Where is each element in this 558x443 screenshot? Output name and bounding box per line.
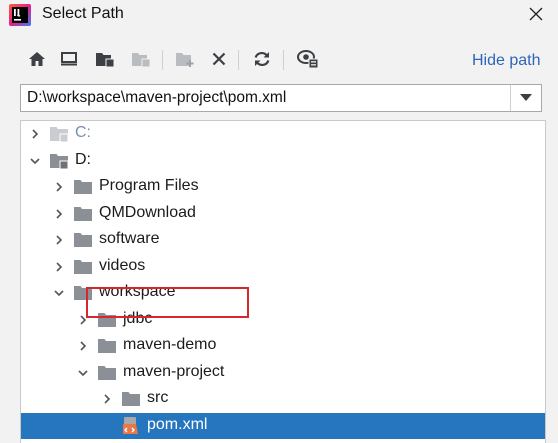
tree-row[interactable]: src	[21, 386, 545, 412]
close-icon[interactable]	[524, 2, 548, 26]
tree-row[interactable]: maven-demo	[21, 333, 545, 359]
show-hidden-icon	[297, 50, 319, 69]
tree-row[interactable]: C:	[21, 121, 545, 147]
refresh-icon	[254, 51, 270, 67]
new-folder-button[interactable]	[172, 44, 198, 74]
tree-row[interactable]: pom.xml	[21, 412, 545, 439]
desktop-button[interactable]	[56, 44, 82, 74]
chevron-down-icon[interactable]	[75, 360, 91, 386]
new-folder-icon	[176, 53, 194, 67]
window-title: Select Path	[42, 5, 124, 22]
toolbar-separator	[162, 50, 163, 70]
folder-icon	[73, 177, 93, 197]
tree-row[interactable]: videos	[21, 254, 545, 280]
project-button[interactable]	[92, 44, 118, 74]
triangle-down-icon	[520, 94, 532, 101]
title-bar: Select Path	[0, 0, 558, 30]
delete-button[interactable]	[206, 44, 232, 74]
folder-icon	[73, 204, 93, 224]
chevron-down-icon[interactable]	[27, 148, 43, 174]
tree-item-label: D:	[75, 150, 91, 168]
project-folder-icon	[96, 53, 115, 68]
tree-item-label: Program Files	[99, 177, 199, 194]
home-button[interactable]	[24, 44, 50, 74]
home-icon	[29, 52, 45, 66]
refresh-button[interactable]	[249, 44, 275, 74]
chevron-right-icon[interactable]	[99, 386, 115, 412]
tree-item-label: maven-project	[123, 362, 225, 380]
delete-icon	[212, 52, 226, 66]
folder-icon	[73, 230, 93, 250]
toolbar-separator	[283, 50, 284, 70]
tree-item-label: C:	[75, 124, 91, 141]
drive-icon	[49, 151, 69, 171]
module-button[interactable]	[128, 44, 154, 74]
tree-row[interactable]: D:	[21, 148, 545, 174]
tree-row[interactable]: software	[21, 227, 545, 253]
toolbar-separator	[238, 50, 239, 70]
desktop-icon	[61, 52, 77, 66]
tree-item-label: QMDownload	[99, 203, 196, 221]
chevron-right-icon[interactable]	[51, 201, 67, 227]
tree-item-label: pom.xml	[147, 415, 208, 433]
chevron-right-icon[interactable]	[27, 121, 43, 147]
folder-icon	[97, 363, 117, 383]
path-history-dropdown[interactable]	[510, 85, 541, 111]
chevron-right-icon[interactable]	[51, 174, 67, 200]
intellij-logo-icon	[9, 4, 31, 26]
tree-item-label: maven-demo	[123, 336, 217, 353]
chevron-right-icon[interactable]	[51, 254, 67, 280]
tree-row[interactable]: Program Files	[21, 174, 545, 200]
path-input[interactable]	[23, 87, 516, 109]
file-tree: C: D: Program Files QMDownload software video…	[20, 120, 546, 443]
tree-item-label: software	[99, 230, 160, 247]
tree-item-label: src	[147, 389, 169, 406]
path-field	[20, 84, 542, 112]
tree-row[interactable]: QMDownload	[21, 201, 545, 227]
tree-row[interactable]: maven-project	[21, 360, 545, 386]
maven-pom-file-icon	[121, 416, 141, 436]
module-folder-icon	[132, 53, 151, 68]
folder-icon	[73, 257, 93, 277]
folder-icon	[97, 336, 117, 356]
drive-icon	[49, 124, 69, 144]
chevron-right-icon[interactable]	[51, 227, 67, 253]
folder-icon	[121, 389, 141, 409]
chevron-down-icon[interactable]	[51, 280, 67, 306]
hide-path-link[interactable]: Hide path	[472, 52, 541, 70]
chevron-right-icon[interactable]	[75, 333, 91, 359]
show-hidden-button[interactable]	[295, 44, 321, 74]
tree-item-label: videos	[99, 256, 146, 274]
highlight-annotation	[86, 287, 249, 318]
